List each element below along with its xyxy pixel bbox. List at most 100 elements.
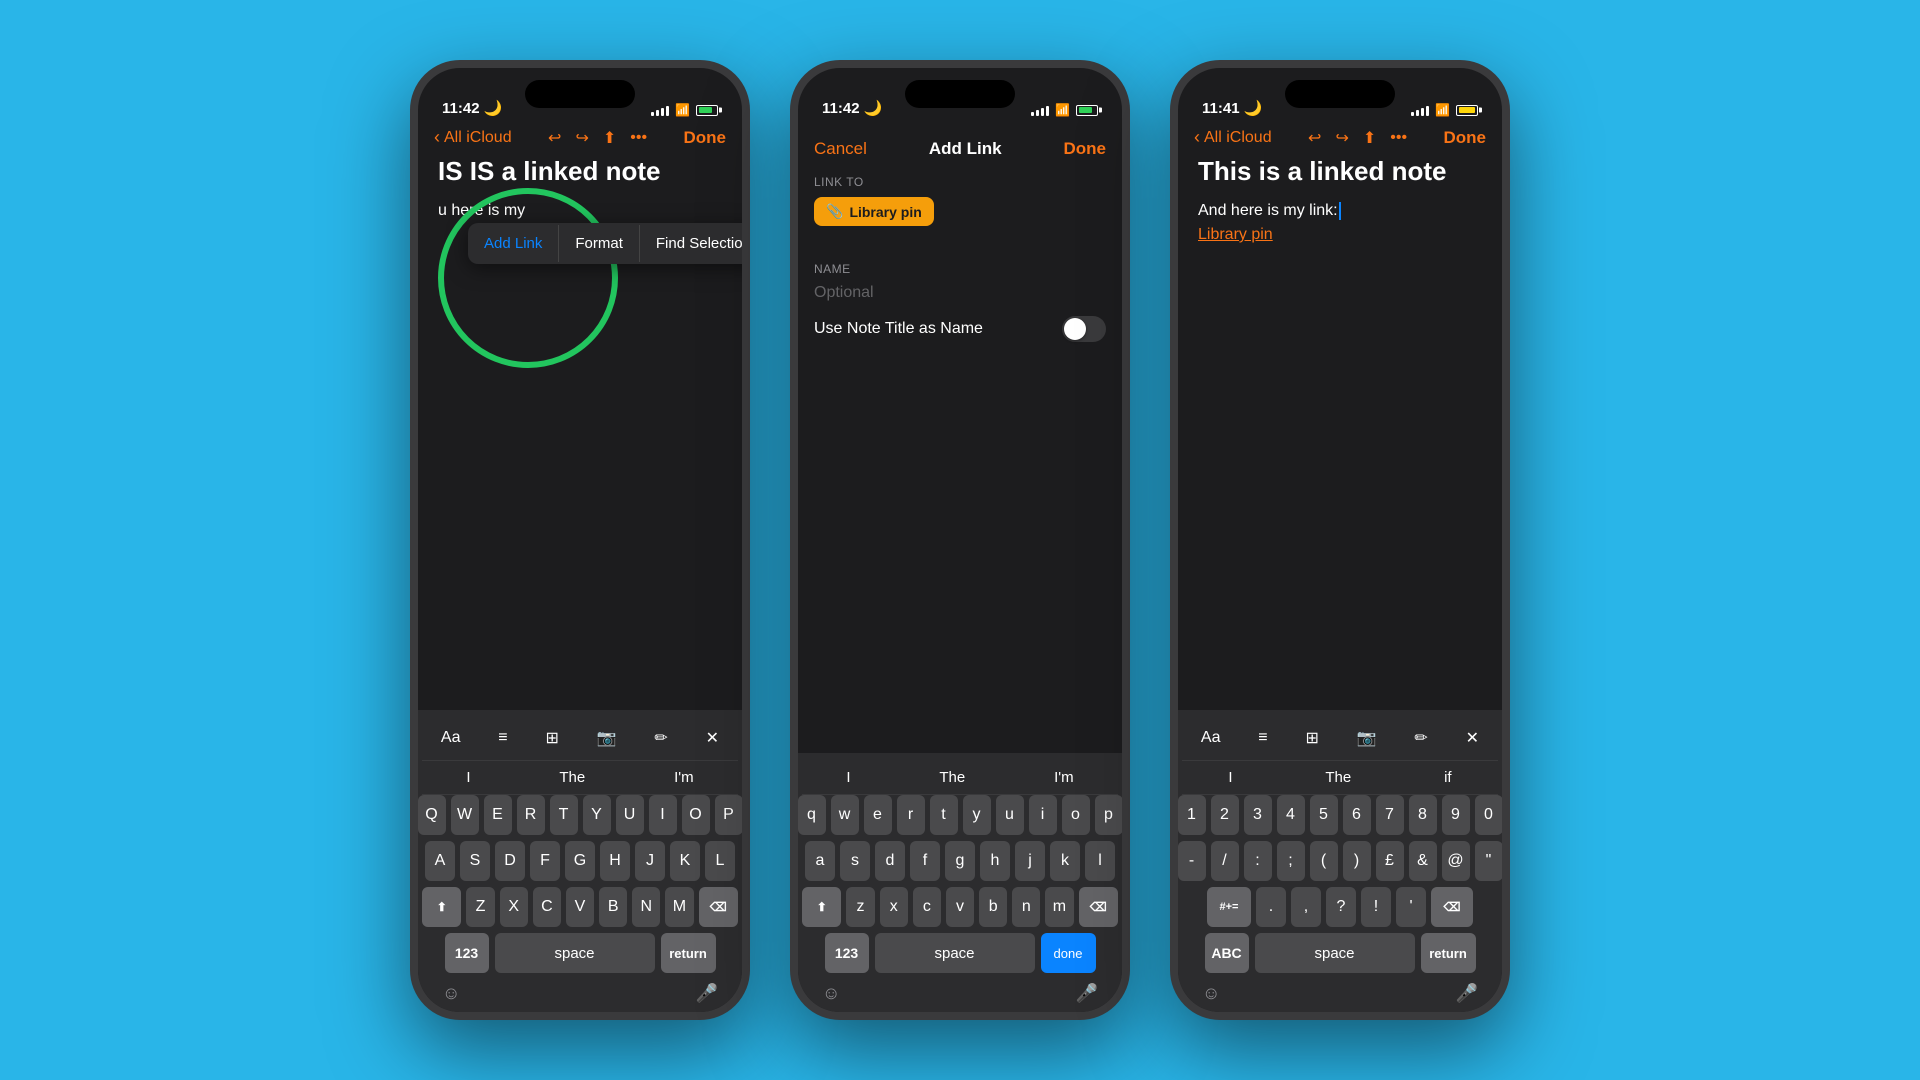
key3-apos[interactable]: ' <box>1396 887 1426 927</box>
emoji-icon-1[interactable]: ☺ <box>442 983 460 1004</box>
use-title-toggle[interactable] <box>1062 316 1106 342</box>
key-delete[interactable]: ⌫ <box>699 887 738 927</box>
key3-rpar[interactable]: ) <box>1343 841 1371 881</box>
kb-close-tool-3[interactable]: ✕ <box>1458 724 1487 752</box>
key-u[interactable]: U <box>616 795 644 835</box>
key2-done[interactable]: done <box>1041 933 1096 973</box>
key3-1[interactable]: 1 <box>1178 795 1206 835</box>
suggestion-i-3[interactable]: I <box>1220 767 1240 788</box>
more-icon-1[interactable]: ••• <box>630 129 647 147</box>
key2-z[interactable]: z <box>846 887 874 927</box>
key3-colon[interactable]: : <box>1244 841 1272 881</box>
back-button-3[interactable]: ‹ All iCloud <box>1194 127 1272 148</box>
key2-h[interactable]: h <box>980 841 1010 881</box>
dialog-done-button[interactable]: Done <box>1063 139 1106 159</box>
key-o[interactable]: O <box>682 795 710 835</box>
redo-icon-3[interactable]: ↪ <box>1335 128 1348 148</box>
share-icon-3[interactable]: ⬆ <box>1363 128 1376 148</box>
key3-3[interactable]: 3 <box>1244 795 1272 835</box>
name-input-placeholder[interactable]: Optional <box>814 282 1106 304</box>
kb-list-tool-3[interactable]: ≡ <box>1250 725 1275 751</box>
kb-font-tool-3[interactable]: Aa <box>1193 725 1229 751</box>
key3-comma[interactable]: , <box>1291 887 1321 927</box>
key3-slash[interactable]: / <box>1211 841 1239 881</box>
key-b[interactable]: B <box>599 887 627 927</box>
key2-m[interactable]: m <box>1045 887 1073 927</box>
key2-l[interactable]: l <box>1085 841 1115 881</box>
key2-r[interactable]: r <box>897 795 925 835</box>
kb-pencil-tool[interactable]: ✏ <box>646 724 675 752</box>
kb-list-tool[interactable]: ≡ <box>490 725 515 751</box>
key3-hash[interactable]: #+= <box>1207 887 1251 927</box>
kb-close-tool[interactable]: ✕ <box>698 724 727 752</box>
kb-camera-tool[interactable]: 📷 <box>589 724 625 752</box>
key2-y[interactable]: y <box>963 795 991 835</box>
key3-7[interactable]: 7 <box>1376 795 1404 835</box>
mic-icon-1[interactable]: 🎤 <box>696 983 718 1004</box>
key3-2[interactable]: 2 <box>1211 795 1239 835</box>
key-p[interactable]: P <box>715 795 743 835</box>
done-button-1[interactable]: Done <box>684 128 727 148</box>
key2-i[interactable]: i <box>1029 795 1057 835</box>
kb-table-tool[interactable]: ⊞ <box>537 724 566 752</box>
key-h[interactable]: H <box>600 841 630 881</box>
key2-c[interactable]: c <box>913 887 941 927</box>
key-return[interactable]: return <box>661 933 716 973</box>
key-k[interactable]: K <box>670 841 700 881</box>
key2-d[interactable]: d <box>875 841 905 881</box>
key2-w[interactable]: w <box>831 795 859 835</box>
key2-x[interactable]: x <box>880 887 908 927</box>
key2-f[interactable]: f <box>910 841 940 881</box>
key2-v[interactable]: v <box>946 887 974 927</box>
key-g[interactable]: G <box>565 841 595 881</box>
key-q[interactable]: Q <box>418 795 446 835</box>
kb-camera-tool-3[interactable]: 📷 <box>1349 724 1385 752</box>
key2-s[interactable]: s <box>840 841 870 881</box>
key3-period[interactable]: . <box>1256 887 1286 927</box>
suggestion-the-2[interactable]: The <box>931 767 973 788</box>
key3-0[interactable]: 0 <box>1475 795 1503 835</box>
key3-delete[interactable]: ⌫ <box>1431 887 1473 927</box>
undo-icon-3[interactable]: ↩ <box>1308 128 1321 148</box>
suggestion-im-2[interactable]: I'm <box>1046 767 1082 788</box>
emoji-icon-2[interactable]: ☺ <box>822 983 840 1004</box>
key-w[interactable]: W <box>451 795 479 835</box>
emoji-icon-3[interactable]: ☺ <box>1202 983 1220 1004</box>
key-j[interactable]: J <box>635 841 665 881</box>
library-pin-link[interactable]: Library pin <box>1198 226 1273 243</box>
key3-question[interactable]: ? <box>1326 887 1356 927</box>
key3-return[interactable]: return <box>1421 933 1476 973</box>
suggestion-the[interactable]: The <box>551 767 593 788</box>
key3-9[interactable]: 9 <box>1442 795 1470 835</box>
key2-o[interactable]: o <box>1062 795 1090 835</box>
key-e[interactable]: E <box>484 795 512 835</box>
key-x[interactable]: X <box>500 887 528 927</box>
key2-shift[interactable]: ⬆ <box>802 887 841 927</box>
dialog-cancel-button[interactable]: Cancel <box>814 139 867 159</box>
key-shift[interactable]: ⬆ <box>422 887 461 927</box>
key3-abc[interactable]: ABC <box>1205 933 1249 973</box>
key3-exclaim[interactable]: ! <box>1361 887 1391 927</box>
key2-p[interactable]: p <box>1095 795 1123 835</box>
key3-5[interactable]: 5 <box>1310 795 1338 835</box>
find-selection-menu-item[interactable]: Find Selection <box>640 225 750 262</box>
key-m[interactable]: M <box>665 887 693 927</box>
redo-icon-1[interactable]: ↪ <box>575 128 588 148</box>
key2-g[interactable]: g <box>945 841 975 881</box>
back-button-1[interactable]: ‹ All iCloud <box>434 127 512 148</box>
key2-space[interactable]: space <box>875 933 1035 973</box>
key-t[interactable]: T <box>550 795 578 835</box>
key-r[interactable]: R <box>517 795 545 835</box>
suggestion-i[interactable]: I <box>458 767 478 788</box>
key3-dash[interactable]: - <box>1178 841 1206 881</box>
share-icon-1[interactable]: ⬆ <box>603 128 616 148</box>
suggestion-im[interactable]: I'm <box>666 767 702 788</box>
key3-space[interactable]: space <box>1255 933 1415 973</box>
key3-4[interactable]: 4 <box>1277 795 1305 835</box>
key-y[interactable]: Y <box>583 795 611 835</box>
suggestion-the-3[interactable]: The <box>1317 767 1359 788</box>
key-c[interactable]: C <box>533 887 561 927</box>
key-z[interactable]: Z <box>466 887 494 927</box>
key2-123[interactable]: 123 <box>825 933 869 973</box>
key2-n[interactable]: n <box>1012 887 1040 927</box>
